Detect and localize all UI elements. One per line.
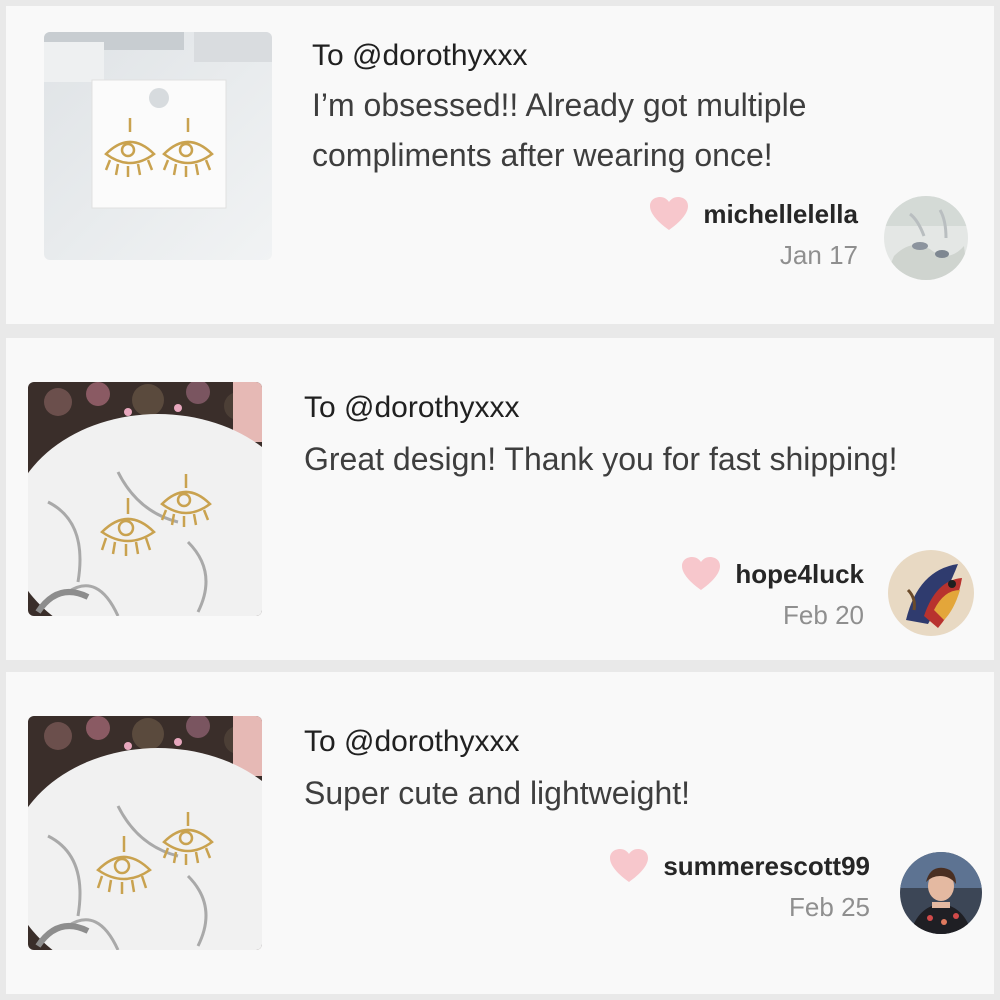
review-date: Jan 17 bbox=[779, 240, 858, 270]
product-photo[interactable] bbox=[28, 382, 262, 616]
user-row: summerescott99 bbox=[609, 848, 870, 884]
review-card: To @dorothyxxx Super cute and lightweigh… bbox=[6, 672, 994, 994]
heart-icon[interactable] bbox=[609, 848, 649, 884]
review-date: Feb 25 bbox=[789, 892, 870, 922]
recipient-label[interactable]: To @dorothyxxx bbox=[304, 390, 520, 426]
review-card: To @dorothyxxx Great design! Thank you f… bbox=[6, 338, 994, 660]
review-card: To @dorothyxxx I’m obsessed!! Already go… bbox=[6, 6, 994, 324]
heart-icon[interactable] bbox=[681, 556, 721, 592]
recipient-label[interactable]: To @dorothyxxx bbox=[312, 38, 528, 74]
product-photo[interactable] bbox=[28, 716, 262, 950]
reviewer-username[interactable]: hope4luck bbox=[735, 559, 864, 590]
avatar[interactable] bbox=[884, 196, 968, 280]
review-meta: hope4luck Feb 20 bbox=[681, 556, 864, 631]
avatar[interactable] bbox=[888, 550, 974, 636]
reviews-feed: To @dorothyxxx I’m obsessed!! Already go… bbox=[0, 0, 1000, 1000]
reviewer-username[interactable]: michellelella bbox=[703, 199, 858, 230]
review-text: Super cute and lightweight! bbox=[304, 775, 691, 811]
review-date: Feb 20 bbox=[783, 600, 864, 630]
user-row: hope4luck bbox=[681, 556, 864, 592]
review-meta: summerescott99 Feb 25 bbox=[609, 848, 870, 923]
avatar[interactable] bbox=[900, 852, 982, 934]
review-meta: michellelella Jan 17 bbox=[649, 196, 858, 271]
product-photo[interactable] bbox=[44, 32, 272, 260]
heart-icon[interactable] bbox=[649, 196, 689, 232]
review-text: I’m obsessed!! Already got multiple comp… bbox=[312, 87, 807, 173]
review-text: Great design! Thank you for fast shippin… bbox=[304, 441, 898, 477]
recipient-label[interactable]: To @dorothyxxx bbox=[304, 724, 520, 760]
reviewer-username[interactable]: summerescott99 bbox=[663, 851, 870, 882]
user-row: michellelella bbox=[649, 196, 858, 232]
